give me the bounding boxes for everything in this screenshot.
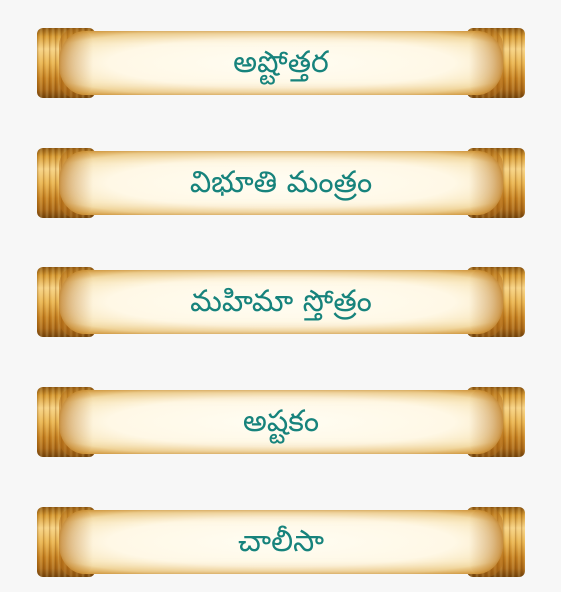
menu-item-ashtakam[interactable]: అష్టకం — [37, 387, 525, 457]
menu-item-label: మహిమా స్తోత్రం — [190, 284, 372, 319]
menu-item-vibhuti-mantram[interactable]: విభూతి మంత్రం — [37, 148, 525, 218]
menu-item-label: చాలీసా — [237, 524, 324, 559]
menu-item-label: అష్టోత్తర — [233, 45, 329, 80]
menu-item-chalisa[interactable]: చాలీసా — [37, 507, 525, 577]
menu-item-ashtottara[interactable]: అష్టోత్తర — [37, 28, 525, 98]
menu-item-mahima-stotram[interactable]: మహిమా స్తోత్రం — [37, 267, 525, 337]
menu-item-label: విభూతి మంత్రం — [189, 165, 373, 200]
scroll-menu: అష్టోత్తర విభూతి మంత్రం మహిమా స్తోత్రం అ… — [0, 0, 561, 592]
menu-item-label: అష్టకం — [242, 404, 320, 439]
